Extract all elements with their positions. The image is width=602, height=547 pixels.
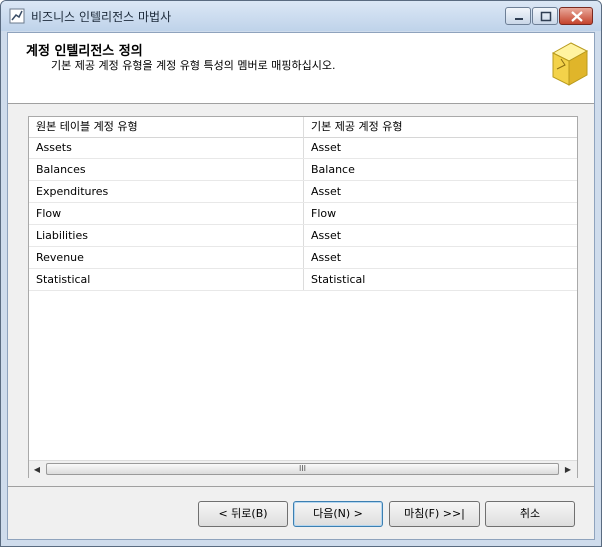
finish-button[interactable]: 마침(F) >>| [389,501,480,527]
table-row[interactable]: Balances Balance [29,159,577,181]
maximize-button[interactable] [532,7,558,25]
source-account-type-cell: Statistical [29,269,304,290]
next-button[interactable]: 다음(N) > [293,501,383,527]
source-account-type-cell: Balances [29,159,304,180]
source-account-type-cell: Revenue [29,247,304,268]
table-row[interactable]: Flow Flow [29,203,577,225]
table-row[interactable]: Statistical Statistical [29,269,577,291]
builtin-account-type-cell[interactable]: Asset [304,181,577,202]
source-account-type-cell: Liabilities [29,225,304,246]
content-area: 원본 테이블 계정 유형 기본 제공 계정 유형 Assets Asset Ba… [8,104,594,487]
window-title: 비즈니스 인텔리전스 마법사 [31,10,172,24]
column-header-builtin-type[interactable]: 기본 제공 계정 유형 [304,117,577,137]
minimize-icon [515,18,523,20]
table-row[interactable]: Expenditures Asset [29,181,577,203]
source-account-type-cell: Expenditures [29,181,304,202]
column-header-source-type[interactable]: 원본 테이블 계정 유형 [29,117,304,137]
grid-header-row: 원본 테이블 계정 유형 기본 제공 계정 유형 [29,117,577,138]
builtin-account-type-cell[interactable]: Statistical [304,269,577,290]
maximize-icon [540,11,552,22]
title-bar[interactable]: 비즈니스 인텔리전스 마법사 [1,1,601,31]
scrollbar-thumb[interactable]: III [46,463,559,475]
cube-icon [551,42,589,86]
close-icon [571,11,583,22]
close-button[interactable] [559,7,593,25]
table-row[interactable]: Assets Asset [29,137,577,159]
scroll-right-icon[interactable]: ▶ [560,461,576,478]
back-button[interactable]: < 뒤로(B) [198,501,288,527]
builtin-account-type-cell[interactable]: Asset [304,225,577,246]
button-bar: < 뒤로(B) 다음(N) > 마침(F) >>| 취소 [8,487,594,539]
cancel-button[interactable]: 취소 [485,501,575,527]
table-row[interactable]: Liabilities Asset [29,225,577,247]
minimize-button[interactable] [505,7,531,25]
account-mapping-grid[interactable]: 원본 테이블 계정 유형 기본 제공 계정 유형 Assets Asset Ba… [28,116,578,478]
builtin-account-type-cell[interactable]: Asset [304,137,577,158]
builtin-account-type-cell[interactable]: Asset [304,247,577,268]
builtin-account-type-cell[interactable]: Balance [304,159,577,180]
source-account-type-cell: Assets [29,137,304,158]
wizard-app-icon [9,8,25,24]
page-description: 기본 제공 계정 유형을 계정 유형 특성의 멤버로 매핑하십시오. [51,59,336,72]
builtin-account-type-cell[interactable]: Flow [304,203,577,224]
source-account-type-cell: Flow [29,203,304,224]
table-row[interactable]: Revenue Asset [29,247,577,269]
page-header: 계정 인텔리전스 정의 기본 제공 계정 유형을 계정 유형 특성의 멤버로 매… [8,33,594,104]
wizard-window: 비즈니스 인텔리전스 마법사 계정 인텔리전스 정의 기본 제공 계정 유형을 … [0,0,602,547]
scroll-left-icon[interactable]: ◀ [29,461,45,478]
horizontal-scrollbar[interactable]: ◀ III ▶ [29,460,577,478]
wizard-client-area: 계정 인텔리전스 정의 기본 제공 계정 유형을 계정 유형 특성의 멤버로 매… [7,32,595,540]
